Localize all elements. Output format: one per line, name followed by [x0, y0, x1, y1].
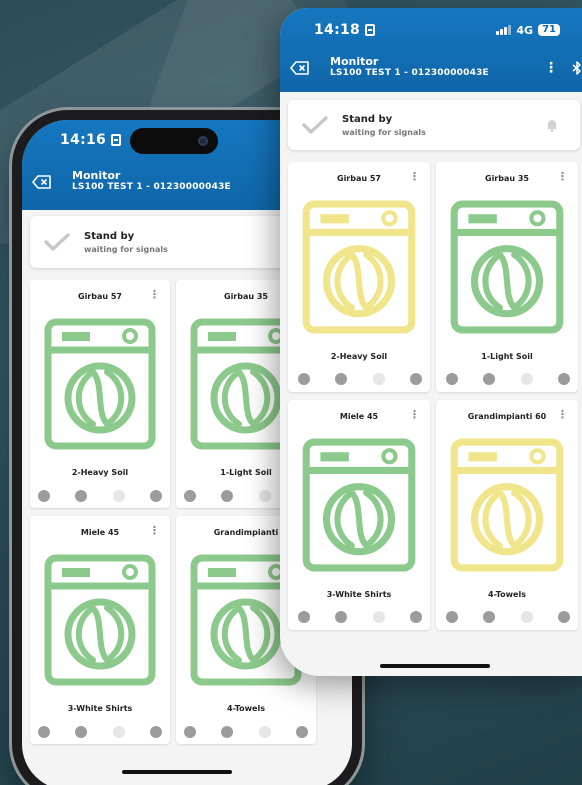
- machine-program: 4-Towels: [488, 590, 526, 599]
- backspace-icon[interactable]: [32, 174, 52, 189]
- machine-grid: Girbau 57 ⋮ 2-Heavy Soil Girbau 35 ⋮ 1-L…: [288, 162, 578, 630]
- status-dot: [557, 373, 570, 385]
- machine-card[interactable]: Miele 45 ⋮ 3-White Shirts: [288, 400, 430, 630]
- status-dot: [112, 726, 125, 738]
- status-dots: [288, 611, 430, 623]
- status-dot: [372, 373, 385, 385]
- machine-grid: Girbau 57 ⋮ 2-Heavy Soil Girbau 35 ⋮ 1-L…: [30, 280, 316, 744]
- check-icon: [302, 116, 328, 134]
- standby-subtitle: waiting for signals: [342, 127, 426, 137]
- status-dot: [75, 726, 88, 738]
- status-dot: [298, 611, 310, 623]
- status-dot: [149, 726, 162, 738]
- status-time: 14:18: [314, 22, 361, 38]
- status-dots: [30, 726, 170, 738]
- washing-machine-icon: [450, 200, 564, 334]
- status-dot: [446, 611, 458, 623]
- machine-program: 4-Towels: [227, 704, 265, 713]
- battery-icon: 71: [538, 24, 560, 36]
- status-dot: [112, 490, 125, 502]
- status-dot: [38, 490, 50, 502]
- machine-card[interactable]: Grandimpianti 60 ⋮ 4-Towels: [436, 400, 578, 630]
- status-dots: [288, 373, 430, 385]
- backspace-icon[interactable]: [290, 60, 310, 75]
- home-indicator[interactable]: [122, 770, 232, 774]
- status-dot: [295, 726, 308, 738]
- status-dot: [372, 611, 385, 623]
- status-dot: [38, 726, 50, 738]
- status-dot: [335, 373, 348, 385]
- status-dot: [409, 611, 422, 623]
- status-dot: [557, 611, 570, 623]
- machine-card[interactable]: Girbau 57 ⋮ 2-Heavy Soil: [30, 280, 170, 508]
- status-dot: [258, 726, 271, 738]
- washing-machine-icon: [302, 438, 416, 572]
- network-label: 4G: [516, 23, 534, 37]
- status-bar: 14:18 4G 71: [280, 22, 582, 38]
- status-dot: [446, 373, 458, 385]
- status-dot: [298, 373, 310, 385]
- kebab-menu-icon[interactable]: ⋮: [557, 409, 568, 420]
- home-indicator[interactable]: [380, 664, 490, 668]
- sim-icon: [111, 134, 122, 146]
- status-time: 14:16: [60, 132, 107, 148]
- device-subtitle: LS100 TEST 1 - 01230000043E: [330, 68, 489, 78]
- status-dot: [335, 611, 348, 623]
- washing-machine-icon: [302, 200, 416, 334]
- machine-program: 3-White Shirts: [67, 704, 133, 713]
- status-dots: [30, 490, 170, 502]
- status-dot: [75, 490, 88, 502]
- status-dots: [436, 373, 578, 385]
- washing-machine-icon: [44, 554, 156, 686]
- status-dot: [409, 373, 422, 385]
- status-dot: [520, 611, 533, 623]
- status-dot: [184, 490, 196, 502]
- sim-icon: [365, 24, 376, 36]
- app-header: 14:18 4G 71 Monitor LS100 TEST 1 - 01230…: [280, 8, 582, 92]
- kebab-menu-icon[interactable]: ⋮: [557, 171, 568, 182]
- standby-subtitle: waiting for signals: [84, 244, 168, 254]
- machine-card[interactable]: Girbau 35 ⋮ 1-Light Soil: [436, 162, 578, 392]
- status-dot: [149, 490, 162, 502]
- status-dot: [258, 490, 271, 502]
- kebab-menu-icon[interactable]: ⋮: [409, 409, 420, 420]
- kebab-menu-icon[interactable]: ⋮: [149, 289, 160, 300]
- status-dot: [483, 611, 496, 623]
- page-title: Monitor: [72, 169, 121, 182]
- bluetooth-icon[interactable]: [572, 60, 582, 75]
- machine-program: 2-Heavy Soil: [330, 352, 388, 361]
- status-dot: [221, 726, 234, 738]
- page-title: Monitor: [330, 55, 379, 68]
- status-dot: [221, 490, 234, 502]
- standby-title: Stand by: [84, 230, 135, 242]
- kebab-menu-icon[interactable]: ⋮: [149, 525, 160, 536]
- bell-icon[interactable]: [546, 118, 558, 132]
- status-dot: [520, 373, 533, 385]
- machine-program: 1-Light Soil: [481, 352, 533, 361]
- standby-card: Stand by waiting for signals: [288, 100, 580, 150]
- machine-card[interactable]: Miele 45 ⋮ 3-White Shirts: [30, 516, 170, 744]
- washing-machine-icon: [44, 318, 156, 450]
- kebab-menu-icon[interactable]: ⋮: [409, 171, 420, 182]
- machine-program: 3-White Shirts: [326, 590, 392, 599]
- machine-program: 2-Heavy Soil: [71, 468, 129, 477]
- machine-card[interactable]: Girbau 57 ⋮ 2-Heavy Soil: [288, 162, 430, 392]
- status-dots: [436, 611, 578, 623]
- status-dots: [176, 726, 316, 738]
- status-dot: [483, 373, 496, 385]
- standby-title: Stand by: [342, 113, 393, 125]
- kebab-menu-icon[interactable]: ⋮: [544, 60, 558, 76]
- check-icon: [44, 233, 70, 251]
- signal-icon: [496, 25, 512, 35]
- washing-machine-icon: [450, 438, 564, 572]
- status-dot: [184, 726, 196, 738]
- device-subtitle: LS100 TEST 1 - 01230000043E: [72, 182, 231, 192]
- front-phone: 14:18 4G 71 Monitor LS100 TEST 1 - 01230…: [280, 8, 582, 676]
